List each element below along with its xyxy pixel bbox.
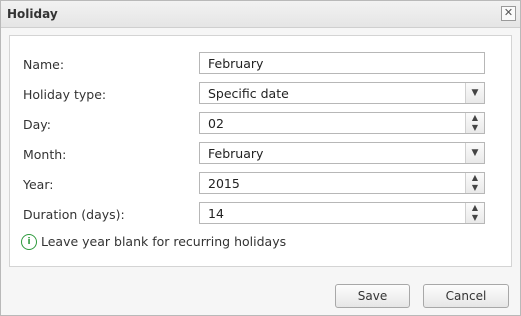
year-value: 2015 [208, 176, 240, 191]
duration-label: Duration (days): [23, 207, 125, 222]
duration-spinner[interactable]: 14 ▲ ▼ [199, 202, 485, 224]
hint-text: Leave year blank for recurring holidays [41, 234, 287, 249]
holiday-type-select[interactable]: Specific date ▼ [199, 82, 485, 104]
holiday-type-dropdown-button[interactable]: ▼ [465, 83, 484, 103]
day-value: 02 [208, 116, 224, 131]
dialog-title: Holiday [7, 7, 58, 21]
name-field[interactable]: February [199, 52, 485, 74]
name-value: February [208, 56, 264, 71]
year-label: Year: [23, 177, 54, 192]
year-spin-buttons[interactable]: ▲ ▼ [465, 173, 484, 193]
spin-up-icon[interactable]: ▲ [466, 203, 484, 213]
name-label: Name: [23, 57, 65, 72]
month-select[interactable]: February ▼ [199, 142, 485, 164]
save-button[interactable]: Save [335, 284, 410, 308]
duration-spin-buttons[interactable]: ▲ ▼ [465, 203, 484, 223]
day-spin-buttons[interactable]: ▲ ▼ [465, 113, 484, 133]
holiday-type-value: Specific date [208, 86, 289, 101]
close-button[interactable]: ✕ [501, 6, 516, 21]
spin-up-icon[interactable]: ▲ [466, 173, 484, 183]
spin-down-icon[interactable]: ▼ [466, 123, 484, 133]
info-icon: i [21, 234, 37, 250]
holiday-dialog: Holiday ✕ Name: February Holiday type: S… [0, 0, 521, 316]
duration-value: 14 [208, 206, 224, 221]
spin-up-icon[interactable]: ▲ [466, 113, 484, 123]
day-spinner[interactable]: 02 ▲ ▼ [199, 112, 485, 134]
chevron-down-icon: ▼ [471, 148, 479, 158]
close-icon: ✕ [503, 6, 514, 19]
cancel-button[interactable]: Cancel [423, 284, 509, 308]
day-label: Day: [23, 117, 51, 132]
year-spinner[interactable]: 2015 ▲ ▼ [199, 172, 485, 194]
spin-down-icon[interactable]: ▼ [466, 183, 484, 193]
holiday-type-label: Holiday type: [23, 87, 107, 102]
month-value: February [208, 146, 264, 161]
chevron-down-icon: ▼ [471, 88, 479, 98]
dialog-titlebar[interactable]: Holiday ✕ [1, 1, 520, 28]
month-label: Month: [23, 147, 67, 162]
month-dropdown-button[interactable]: ▼ [465, 143, 484, 163]
spin-down-icon[interactable]: ▼ [466, 213, 484, 223]
